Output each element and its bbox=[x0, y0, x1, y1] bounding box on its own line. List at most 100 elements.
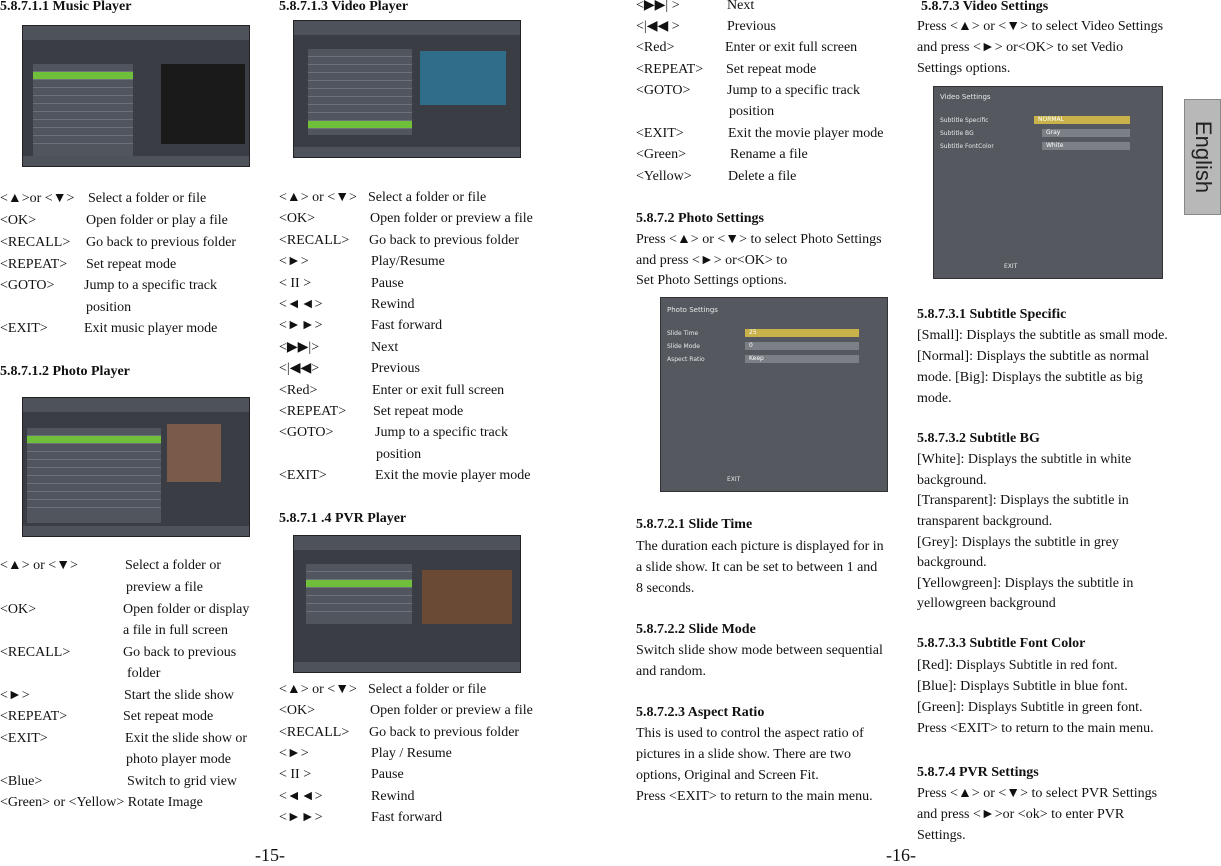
key-label: <EXIT> bbox=[636, 126, 684, 141]
page-number-left: -15- bbox=[255, 845, 285, 865]
key-desc: Enter or exit full screen bbox=[725, 40, 858, 55]
screen-title: Photo Settings bbox=[667, 306, 718, 314]
paragraph-line: Settings. bbox=[917, 828, 966, 843]
section-heading: 5.8.7.3.3 Subtitle Font Color bbox=[917, 636, 1086, 651]
key-label: <◄◄> bbox=[279, 297, 323, 312]
key-desc: Next bbox=[727, 0, 755, 13]
paragraph-line: [Normal]: Displays the subtitle as norma… bbox=[917, 349, 1150, 364]
key-desc: a file in full screen bbox=[123, 623, 228, 638]
key-desc: Start the slide show bbox=[124, 688, 235, 703]
key-label: <GOTO> bbox=[279, 425, 334, 440]
paragraph-line: pictures in a slide show. There are two bbox=[636, 747, 851, 762]
key-label: <EXIT> bbox=[0, 321, 48, 336]
key-desc: Jump to a specific track bbox=[375, 425, 508, 440]
key-label: <RECALL> bbox=[279, 233, 350, 248]
paragraph-line: 8 seconds. bbox=[636, 581, 695, 596]
key-label: <►►> bbox=[279, 810, 323, 825]
video-player-screenshot bbox=[293, 20, 521, 158]
paragraph-line: and press <►> or<OK> to bbox=[636, 253, 788, 268]
paragraph-line: Set Photo Settings options. bbox=[636, 273, 787, 288]
paragraph-line: Press <EXIT> to return to the main menu. bbox=[636, 789, 873, 804]
key-label: <EXIT> bbox=[0, 731, 48, 746]
key-desc: Delete a file bbox=[728, 169, 797, 184]
section-heading: 5.8.7.3.1 Subtitle Specific bbox=[917, 307, 1067, 322]
setting-label: Subtitle BG bbox=[940, 130, 974, 137]
screen-footer: EXIT bbox=[1004, 263, 1018, 270]
paragraph-line: Press <▲> or <▼> to select PVR Settings bbox=[917, 786, 1158, 801]
paragraph-line: mode. [Big]: Displays the subtitle as bi… bbox=[917, 370, 1143, 385]
key-label: <►> bbox=[0, 688, 30, 703]
paragraph-line: Press <EXIT> to return to the main menu. bbox=[917, 721, 1154, 736]
setting-value: 0 bbox=[745, 342, 859, 350]
key-desc: Exit the movie player mode bbox=[728, 126, 884, 141]
section-heading: 5.8.7.1.3 Video Player bbox=[279, 0, 409, 14]
setting-label: Subtitle Specific bbox=[940, 117, 989, 124]
setting-label: Slide Mode bbox=[667, 343, 700, 350]
page-number-right: -16- bbox=[886, 845, 916, 865]
key-desc: position bbox=[86, 300, 132, 315]
key-label: <|◀◀> bbox=[279, 361, 320, 376]
section-heading: 5.8.7.1 .4 PVR Player bbox=[279, 511, 407, 526]
section-heading: 5.8.7.2 Photo Settings bbox=[636, 211, 764, 226]
key-desc: Select a folder or bbox=[125, 558, 222, 573]
key-label: <►> bbox=[279, 254, 309, 269]
key-desc: Set repeat mode bbox=[726, 62, 817, 77]
key-label: <▲> or <▼> bbox=[279, 190, 357, 205]
key-desc: Open folder or display bbox=[123, 602, 250, 617]
key-label: <OK> bbox=[279, 211, 316, 226]
paragraph-line: Switch slide show mode between sequentia… bbox=[636, 643, 883, 658]
key-desc: Rewind bbox=[371, 789, 415, 804]
section-heading: 5.8.7.3 Video Settings bbox=[921, 0, 1049, 14]
key-desc: Fast forward bbox=[371, 810, 443, 825]
key-label: <OK> bbox=[0, 602, 37, 617]
key-desc: Rename a file bbox=[730, 147, 808, 162]
key-label: <RECALL> bbox=[0, 645, 71, 660]
key-label: <▲> or <▼> bbox=[0, 558, 78, 573]
key-desc: photo player mode bbox=[126, 752, 231, 767]
paragraph-line: transparent background. bbox=[917, 514, 1053, 529]
key-desc: Play/Resume bbox=[371, 254, 445, 269]
key-label: <RECALL> bbox=[0, 235, 71, 250]
setting-label: Aspect Ratio bbox=[667, 356, 705, 363]
key-label: <REPEAT> bbox=[0, 257, 68, 272]
key-desc: Jump to a specific track bbox=[84, 278, 217, 293]
paragraph-line: and press <►> or<OK> to set Vedio bbox=[917, 40, 1124, 55]
key-label: <GOTO> bbox=[0, 278, 55, 293]
setting-value: Keep bbox=[745, 355, 859, 363]
section-heading: 5.8.7.1.2 Photo Player bbox=[0, 364, 130, 379]
key-desc: Previous bbox=[371, 361, 420, 376]
key-desc: Switch to grid view bbox=[127, 774, 238, 789]
setting-label: Slide Time bbox=[667, 330, 699, 337]
language-tab-label: English bbox=[1190, 120, 1216, 194]
paragraph-line: Press <▲> or <▼> to select Video Setting… bbox=[917, 19, 1164, 34]
key-label: <Yellow> bbox=[636, 169, 692, 184]
key-label: <▶▶| > bbox=[636, 0, 680, 13]
screen-footer: EXIT bbox=[727, 476, 741, 483]
key-desc: Pause bbox=[371, 767, 404, 782]
paragraph-line: and random. bbox=[636, 664, 706, 679]
key-desc: position bbox=[729, 104, 775, 119]
setting-value: NORMAL bbox=[1034, 116, 1130, 124]
key-label: <Blue> bbox=[0, 774, 43, 789]
key-desc: position bbox=[376, 447, 422, 462]
section-heading: 5.8.7.3.2 Subtitle BG bbox=[917, 431, 1040, 446]
paragraph-line: [Small]: Displays the subtitle as small … bbox=[917, 328, 1168, 343]
key-desc: Go back to previous folder bbox=[86, 235, 237, 250]
paragraph-line: a slide show. It can be set to between 1… bbox=[636, 560, 878, 575]
key-label: <▶▶|> bbox=[279, 340, 320, 355]
setting-label: Subtitle FontColor bbox=[940, 143, 994, 150]
key-desc: Exit the movie player mode bbox=[375, 468, 531, 483]
key-label: <EXIT> bbox=[279, 468, 327, 483]
key-desc: Select a folder or file bbox=[88, 191, 207, 206]
music-player-screenshot bbox=[22, 25, 250, 167]
key-label: <▲>or <▼> bbox=[0, 191, 75, 206]
key-desc: Open folder or play a file bbox=[86, 213, 228, 228]
section-heading: 5.8.7.2.3 Aspect Ratio bbox=[636, 705, 765, 720]
key-desc: Exit music player mode bbox=[84, 321, 218, 336]
key-desc: Exit the slide show or bbox=[125, 731, 248, 746]
key-label: <OK> bbox=[279, 703, 316, 718]
key-desc: Go back to previous folder bbox=[369, 725, 520, 740]
paragraph-line: yellowgreen background bbox=[917, 596, 1056, 611]
key-desc: Set repeat mode bbox=[373, 404, 464, 419]
key-label: <◄◄> bbox=[279, 789, 323, 804]
